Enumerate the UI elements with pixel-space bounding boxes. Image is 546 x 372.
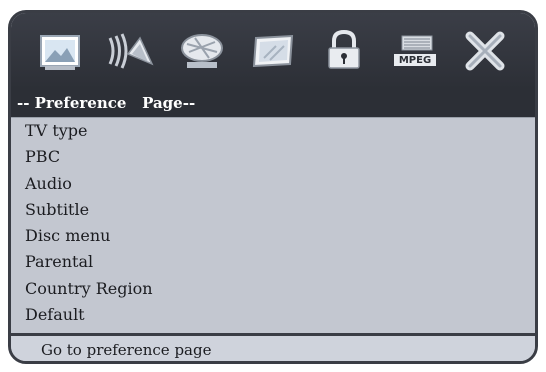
close-x-icon[interactable] bbox=[457, 27, 513, 75]
svg-text:MPEG: MPEG bbox=[398, 55, 430, 66]
menu-item-disc-menu[interactable]: Disc menu bbox=[11, 223, 535, 249]
mpeg-icon[interactable]: MPEG bbox=[387, 27, 443, 75]
menu-item-parental[interactable]: Parental bbox=[11, 249, 535, 275]
satellite-dish-icon[interactable] bbox=[174, 27, 230, 75]
speaker-audio-icon[interactable] bbox=[103, 27, 159, 75]
padlock-icon[interactable] bbox=[316, 27, 372, 75]
menu-item-audio[interactable]: Audio bbox=[11, 171, 535, 197]
menu-item-pbc[interactable]: PBC bbox=[11, 144, 535, 170]
page-title: -- Preference Page-- bbox=[11, 89, 535, 117]
preference-menu: TV type PBC Audio Subtitle Disc menu Par… bbox=[11, 117, 535, 334]
status-bar: Go to preference page bbox=[11, 336, 535, 361]
menu-item-subtitle[interactable]: Subtitle bbox=[11, 197, 535, 223]
menu-item-country-region[interactable]: Country Region bbox=[11, 276, 535, 302]
picture-icon[interactable] bbox=[32, 27, 88, 75]
menu-item-default[interactable]: Default bbox=[11, 302, 535, 328]
setup-toolbar: MPEG bbox=[11, 13, 535, 89]
osd-setup-window: MPEG -- Preference Page-- TV type PBC Au… bbox=[8, 10, 538, 364]
video-display-icon[interactable] bbox=[245, 27, 301, 75]
menu-item-tv-type[interactable]: TV type bbox=[11, 118, 535, 144]
